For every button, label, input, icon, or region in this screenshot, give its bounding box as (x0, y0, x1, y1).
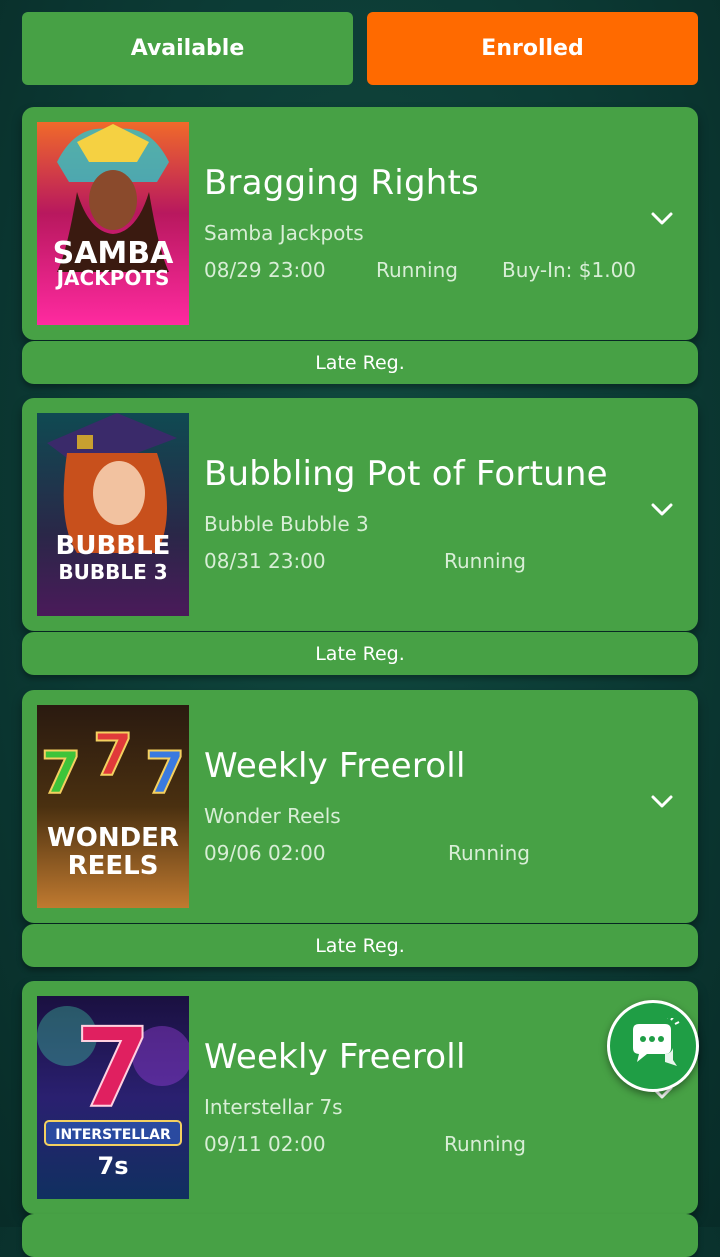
late-reg-bar[interactable] (22, 1214, 698, 1257)
tournament-card[interactable]: BUBBLE BUBBLE 3 Bubbling Pot of Fortune … (22, 398, 698, 631)
tournament-title: Bubbling Pot of Fortune (204, 454, 608, 494)
tournament-title: Bragging Rights (204, 163, 479, 203)
thumb-text: BUBBLE 3 (58, 560, 167, 584)
chevron-down-icon[interactable] (650, 502, 674, 518)
start-time: 08/31 23:00 (204, 549, 326, 573)
tournament-card[interactable]: 7 INTERSTELLAR 7s Weekly Freeroll Inters… (22, 981, 698, 1214)
late-reg-bar[interactable]: Late Reg. (22, 924, 698, 967)
tab-bar: Available Enrolled (22, 12, 698, 85)
start-time: 08/29 23:00 (204, 258, 326, 282)
thumb-text: REELS (68, 851, 159, 881)
status-label: Running (448, 841, 530, 865)
chevron-down-icon[interactable] (650, 794, 674, 810)
game-name: Bubble Bubble 3 (204, 512, 369, 536)
svg-text:7: 7 (75, 1004, 152, 1132)
status-label: Running (376, 258, 458, 282)
tournament-card[interactable]: SAMBA JACKPOTS Bragging Rights Samba Jac… (22, 107, 698, 340)
late-reg-bar[interactable]: Late Reg. (22, 341, 698, 384)
game-thumbnail: 7 7 7 WONDER REELS (37, 705, 189, 908)
thumb-text: INTERSTELLAR (55, 1127, 171, 1143)
chat-button[interactable] (607, 1000, 699, 1092)
tournament-title: Weekly Freeroll (204, 746, 466, 786)
status-label: Running (444, 1132, 526, 1156)
tournament-title: Weekly Freeroll (204, 1037, 466, 1077)
start-time: 09/06 02:00 (204, 841, 326, 865)
svg-text:7: 7 (145, 739, 185, 807)
buy-in: Buy-In: $1.00 (502, 258, 637, 282)
thumb-text: JACKPOTS (55, 266, 170, 290)
game-thumbnail: BUBBLE BUBBLE 3 (37, 413, 189, 616)
status-label: Running (444, 549, 526, 573)
thumb-text: BUBBLE (56, 531, 171, 561)
game-name: Wonder Reels (204, 804, 341, 828)
start-time: 09/11 02:00 (204, 1132, 326, 1156)
thumb-text: WONDER (47, 823, 179, 853)
svg-text:7: 7 (93, 721, 133, 789)
game-thumbnail: 7 INTERSTELLAR 7s (37, 996, 189, 1199)
game-name: Samba Jackpots (204, 221, 364, 245)
chat-icon (633, 1018, 680, 1066)
svg-text:7: 7 (41, 739, 81, 807)
chevron-down-icon[interactable] (650, 211, 674, 227)
thumb-text: 7s (98, 1152, 129, 1180)
tab-enrolled[interactable]: Enrolled (367, 12, 698, 85)
tournament-card[interactable]: 7 7 7 WONDER REELS Weekly Freeroll Wonde… (22, 690, 698, 923)
game-name: Interstellar 7s (204, 1095, 343, 1119)
tab-available[interactable]: Available (22, 12, 353, 85)
late-reg-bar[interactable]: Late Reg. (22, 632, 698, 675)
game-thumbnail: SAMBA JACKPOTS (37, 122, 189, 325)
